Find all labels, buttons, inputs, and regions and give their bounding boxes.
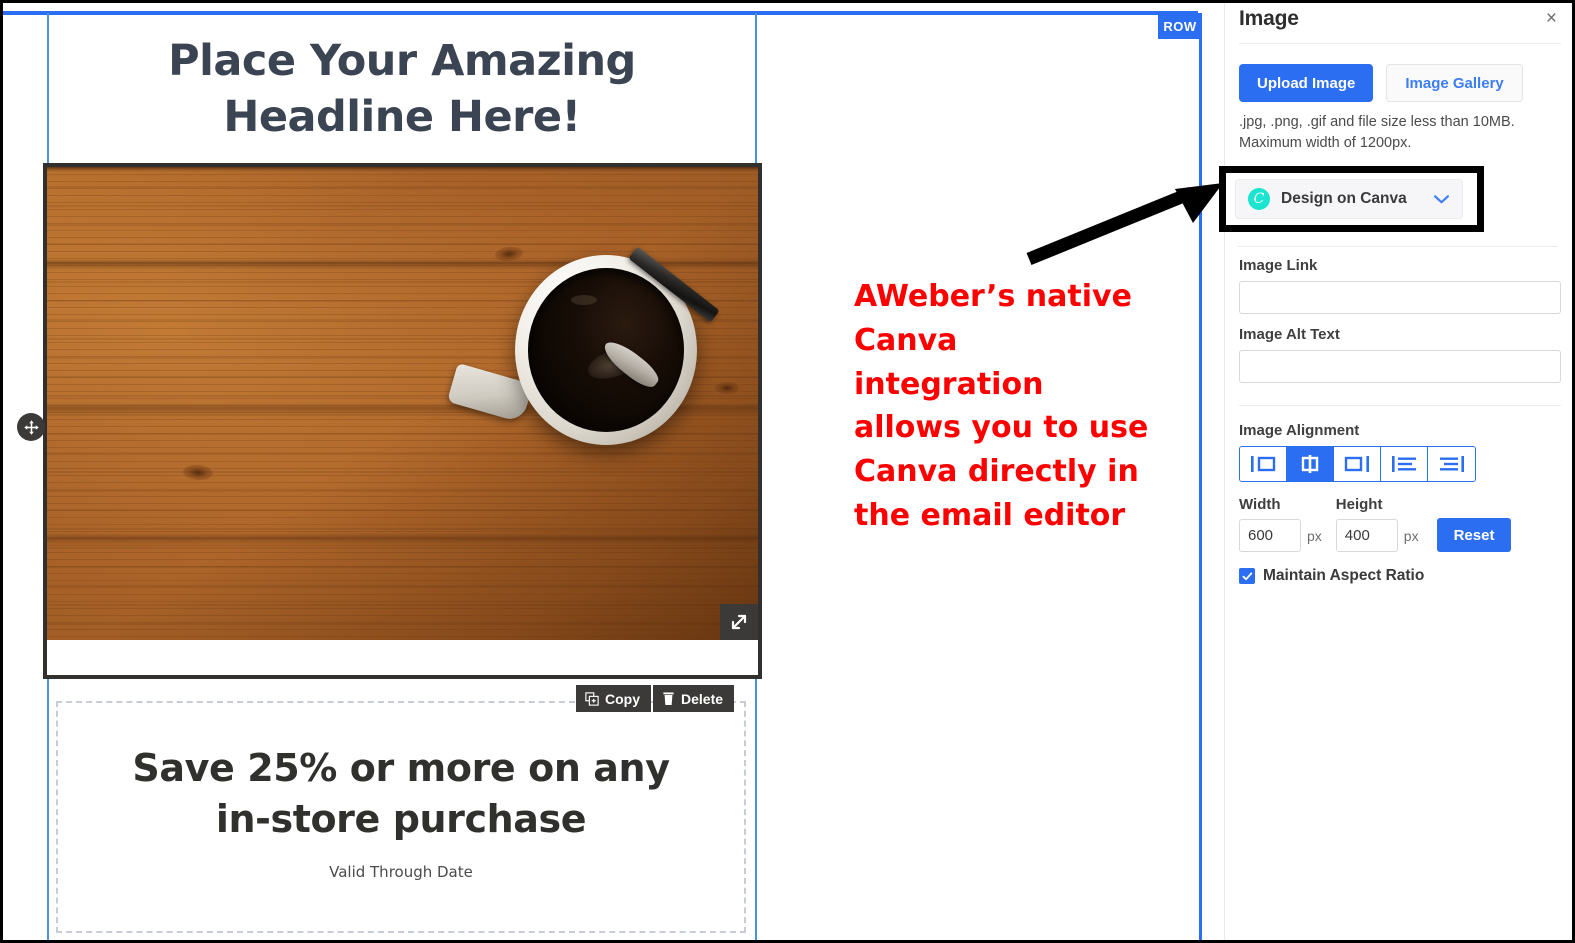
height-field: Height px [1335, 496, 1419, 553]
image-link-input[interactable] [1239, 281, 1561, 315]
reset-button[interactable]: Reset [1436, 518, 1512, 553]
coupon-line-1: Save 25% or more on any [132, 746, 670, 791]
headline-line-2: Headline Here! [223, 91, 581, 142]
width-label: Width [1239, 496, 1281, 514]
canva-annotation-highlight: C Design on Canva [1219, 166, 1484, 232]
headline-block[interactable]: Place Your Amazing Headline Here! [49, 15, 755, 160]
align-left-icon [1251, 456, 1276, 473]
close-icon[interactable]: × [1542, 7, 1561, 30]
design-on-canva-button[interactable]: C Design on Canva [1235, 179, 1463, 219]
editor-scrollbar-track[interactable] [1205, 3, 1223, 940]
copy-label: Copy [605, 690, 640, 707]
check-icon [1242, 572, 1252, 580]
align-center-icon [1301, 455, 1319, 474]
delete-button[interactable]: Delete [653, 685, 735, 712]
design-on-canva-label: Design on Canva [1281, 190, 1407, 207]
wood-knot-icon [715, 382, 739, 394]
align-center-icon-button[interactable] [1287, 447, 1334, 482]
image-settings-panel: Image × Upload Image Image Gallery .jpg,… [1224, 3, 1572, 940]
panel-header-divider [1239, 43, 1561, 44]
image-alt-text-input[interactable] [1239, 350, 1561, 384]
panel-section-divider [1239, 405, 1561, 407]
maintain-aspect-ratio-label: Maintain Aspect Ratio [1263, 567, 1425, 585]
image-alignment-group: Image Alignment [1239, 422, 1561, 483]
width-input[interactable] [1239, 519, 1301, 553]
width-inline: px [1239, 519, 1322, 553]
image-alignment-buttons [1239, 446, 1476, 483]
move-arrows-icon [23, 419, 39, 435]
maintain-aspect-ratio-row[interactable]: Maintain Aspect Ratio [1239, 567, 1561, 585]
image-alignment-label: Image Alignment [1239, 422, 1360, 440]
coffee-mug [446, 246, 720, 445]
image-size-row: Width px Height px Reset [1239, 496, 1561, 553]
align-right-icon-button[interactable] [1334, 447, 1381, 482]
block-actions-toolbar[interactable]: Copy Delete [576, 685, 735, 712]
coupon-text-block[interactable]: Save 25% or more on any in-store purchas… [56, 701, 746, 933]
image-link-group: Image Link [1239, 257, 1561, 315]
panel-title: Image [1239, 7, 1299, 30]
maintain-aspect-ratio-checkbox[interactable] [1239, 568, 1255, 585]
image-alt-text-group: Image Alt Text [1239, 326, 1561, 384]
align-left-icon-button[interactable] [1240, 447, 1287, 482]
image-block-padding [47, 640, 758, 675]
coupon-line-2: in-store purchase [215, 797, 587, 841]
coffee-reflection [571, 295, 597, 305]
canva-logo-icon: C [1248, 188, 1270, 210]
wrap-left-icon-button[interactable] [1381, 447, 1428, 482]
row-badge[interactable]: ROW [1158, 13, 1202, 39]
width-field: Width px [1239, 496, 1322, 553]
chevron-down-icon [1433, 194, 1450, 205]
resize-diagonal-icon [731, 614, 747, 630]
image-link-label: Image Link [1239, 257, 1318, 275]
drag-move-handle[interactable] [17, 413, 45, 441]
image-source-buttons: Upload Image Image Gallery [1239, 64, 1561, 102]
height-input[interactable] [1335, 519, 1398, 553]
upload-image-button[interactable]: Upload Image [1239, 64, 1374, 102]
copy-button[interactable]: Copy [576, 685, 651, 712]
text-wrap-right-icon [1439, 456, 1464, 473]
height-unit: px [1403, 527, 1419, 544]
trash-icon [663, 692, 674, 705]
annotation-callout-text: AWeber’s native Canva integration allows… [854, 279, 1149, 533]
headline-line-1: Place Your Amazing [168, 36, 636, 87]
delete-label: Delete [681, 690, 724, 707]
panel-header: Image × [1239, 3, 1561, 43]
coffee-photo[interactable] [47, 167, 758, 640]
height-label: Height [1335, 496, 1383, 514]
screenshot-root: ROW Place Your Amazing Headline Here! Co… [0, 0, 1575, 943]
canva-section-divider [1238, 246, 1558, 247]
image-block-selected[interactable] [43, 163, 762, 679]
row-selection-right-border [1199, 13, 1202, 940]
image-alt-text-label: Image Alt Text [1239, 326, 1340, 344]
wrap-right-icon-button[interactable] [1428, 447, 1475, 482]
coupon-subtext: Valid Through Date [329, 862, 473, 881]
image-gallery-button[interactable]: Image Gallery [1386, 64, 1523, 102]
text-wrap-left-icon [1392, 456, 1416, 473]
image-resize-handle[interactable] [720, 604, 758, 640]
upload-hint-text: .jpg, .png, .gif and file size less than… [1239, 114, 1515, 151]
copy-icon [585, 691, 599, 706]
width-unit: px [1307, 527, 1322, 544]
chevron-down-glyph [1433, 194, 1450, 203]
align-right-icon [1344, 456, 1369, 473]
height-inline: px [1335, 519, 1419, 553]
